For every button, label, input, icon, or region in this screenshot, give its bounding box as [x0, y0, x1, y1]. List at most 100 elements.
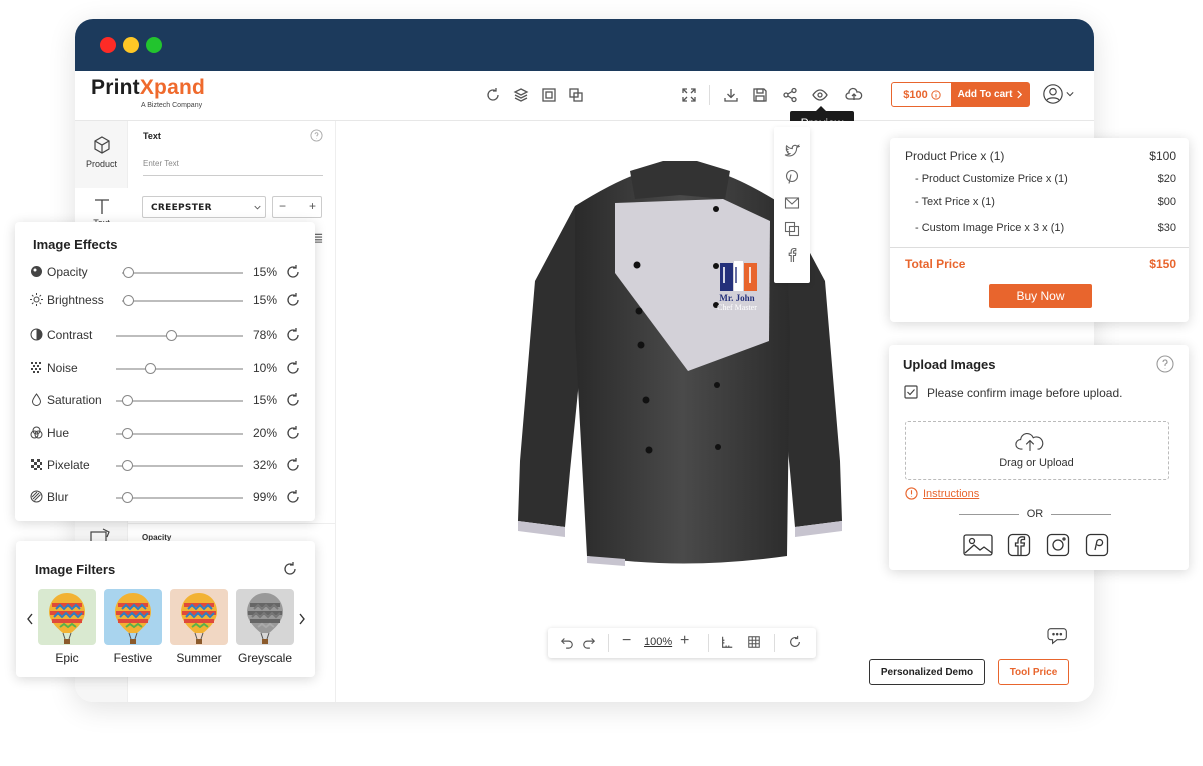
- grid-icon[interactable]: [747, 635, 763, 651]
- personalized-demo-button[interactable]: Personalized Demo: [869, 659, 985, 685]
- total-price-label: Total Price: [905, 257, 966, 271]
- facebook-icon[interactable]: [784, 247, 800, 263]
- confirm-checkbox[interactable]: [904, 385, 918, 399]
- effect-slider-track[interactable]: [116, 433, 243, 435]
- effect-slider-handle[interactable]: [122, 395, 134, 406]
- save-icon[interactable]: [752, 87, 768, 103]
- group-icon[interactable]: [541, 87, 557, 103]
- undo-icon[interactable]: [560, 635, 576, 651]
- copy-icon[interactable]: [784, 221, 800, 237]
- download-icon[interactable]: [723, 87, 739, 103]
- text-input[interactable]: Enter Text: [143, 155, 323, 176]
- user-menu[interactable]: [1042, 83, 1076, 107]
- minus-icon[interactable]: −: [279, 199, 286, 213]
- instagram-icon[interactable]: [1046, 533, 1070, 557]
- info-icon: [931, 89, 941, 100]
- maximize-dot[interactable]: [146, 37, 162, 53]
- preview-eye-icon[interactable]: [812, 87, 828, 103]
- reset-icon[interactable]: [285, 392, 301, 408]
- filter-thumbnail[interactable]: [236, 589, 294, 645]
- twitter-icon[interactable]: [784, 143, 800, 159]
- effect-value: 15%: [253, 393, 278, 407]
- help-icon[interactable]: [1156, 355, 1174, 373]
- reset-icon[interactable]: [285, 292, 301, 308]
- buy-now-button[interactable]: Buy Now: [989, 284, 1092, 308]
- reset-filters-icon[interactable]: [282, 561, 298, 577]
- price-value-text: $00: [1157, 196, 1176, 208]
- upload-card: Upload Images Please confirm image befor…: [889, 345, 1189, 570]
- next-arrow-icon[interactable]: [298, 613, 306, 625]
- price-row-product: Product Price x (1): [905, 149, 1005, 163]
- effect-slider-track[interactable]: [116, 368, 243, 370]
- zoom-level[interactable]: 100%: [644, 636, 672, 648]
- effect-label: Saturation: [47, 393, 102, 407]
- effect-slider-track[interactable]: [116, 465, 243, 467]
- price-value-product: $100: [1149, 149, 1176, 163]
- effect-slider-track[interactable]: [116, 400, 243, 402]
- filter-label: Epic: [55, 651, 79, 665]
- facebook-upload-icon[interactable]: [1007, 533, 1031, 557]
- help-icon[interactable]: [310, 129, 323, 142]
- email-icon[interactable]: [784, 195, 800, 211]
- cloud-icon[interactable]: [845, 87, 863, 103]
- zoom-in-icon[interactable]: +: [680, 632, 696, 649]
- reset-icon[interactable]: [285, 425, 301, 441]
- pinterest-upload-icon[interactable]: [1085, 533, 1109, 557]
- effect-slider-handle[interactable]: [123, 295, 135, 306]
- filter-thumbnail[interactable]: [38, 589, 96, 645]
- sidebar-item-product[interactable]: Product: [75, 133, 128, 181]
- text-panel-title: Text: [143, 131, 161, 141]
- filter-thumbnail[interactable]: [170, 589, 228, 645]
- layers-icon[interactable]: [513, 87, 529, 103]
- upload-dropzone[interactable]: Drag or Upload: [905, 421, 1169, 480]
- instructions-link[interactable]: Instructions: [923, 488, 979, 500]
- chevron-right-icon: [1016, 90, 1023, 99]
- effect-slider-track[interactable]: [122, 300, 243, 302]
- prev-arrow-icon[interactable]: [26, 613, 34, 625]
- zoom-out-icon[interactable]: −: [622, 632, 638, 649]
- tool-price-button[interactable]: Tool Price: [998, 659, 1069, 685]
- effect-slider-handle[interactable]: [122, 428, 134, 439]
- gallery-icon[interactable]: [963, 533, 993, 557]
- pinterest-icon[interactable]: [784, 169, 800, 185]
- reset-icon[interactable]: [285, 489, 301, 505]
- effect-slider-handle[interactable]: [122, 492, 134, 503]
- effect-value: 99%: [253, 490, 278, 504]
- ungroup-icon[interactable]: [568, 87, 584, 103]
- effect-slider-handle[interactable]: [165, 330, 177, 341]
- effect-slider-track[interactable]: [116, 335, 243, 337]
- plus-icon[interactable]: +: [309, 199, 316, 213]
- reset-icon[interactable]: [485, 87, 501, 103]
- reset-icon[interactable]: [285, 327, 301, 343]
- reset-icon[interactable]: [285, 360, 301, 376]
- effect-slider-track[interactable]: [122, 272, 243, 274]
- ruler-icon[interactable]: [720, 635, 736, 651]
- effect-slider-handle[interactable]: [122, 460, 134, 471]
- effect-value: 15%: [253, 265, 278, 279]
- effect-slider-handle[interactable]: [145, 363, 157, 374]
- chat-icon[interactable]: [1047, 625, 1071, 647]
- effect-slider-handle[interactable]: [123, 267, 135, 278]
- title-bar: [75, 19, 1094, 71]
- reset-icon[interactable]: [285, 457, 301, 473]
- effect-value: 78%: [253, 328, 278, 342]
- user-avatar-icon: [1042, 83, 1064, 105]
- share-icon[interactable]: [782, 87, 798, 103]
- upload-title: Upload Images: [903, 357, 996, 372]
- filter-thumbnail[interactable]: [104, 589, 162, 645]
- effect-slider-track[interactable]: [116, 497, 243, 499]
- reset-icon[interactable]: [285, 264, 301, 280]
- minimize-dot[interactable]: [123, 37, 139, 53]
- fullscreen-icon[interactable]: [681, 87, 697, 103]
- redo-icon[interactable]: [582, 635, 598, 651]
- effect-value: 15%: [253, 293, 278, 307]
- refresh-icon[interactable]: [788, 635, 804, 651]
- price-card: Product Price x (1) $100 - Product Custo…: [890, 138, 1189, 322]
- font-select[interactable]: CREEPSTER: [142, 196, 266, 218]
- price-badge: $100: [891, 82, 953, 107]
- price-divider: [890, 247, 1189, 248]
- chest-logo[interactable]: Mr. John Chef Master: [714, 259, 764, 319]
- add-to-cart-button[interactable]: Add To cart: [951, 82, 1030, 107]
- font-size-stepper[interactable]: − +: [272, 196, 322, 218]
- close-dot[interactable]: [100, 37, 116, 53]
